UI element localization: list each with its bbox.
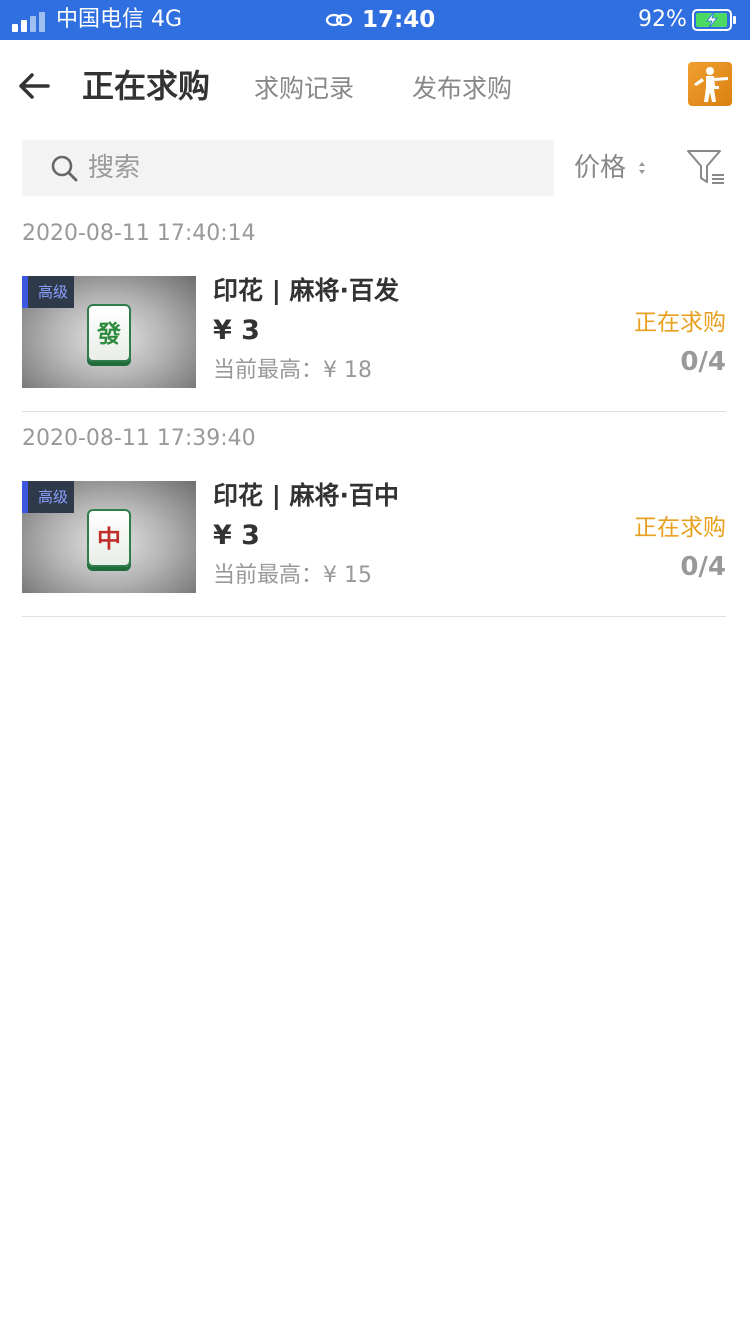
battery-charging-icon: [692, 9, 736, 31]
search-placeholder: 搜索: [88, 153, 141, 183]
status-bar: 中国电信 4G 17:40 92%: [0, 0, 750, 40]
item-thumbnail: 高级 中: [22, 481, 196, 593]
header: 正在求购 求购记录 发布求购: [0, 40, 750, 136]
search-input[interactable]: 搜索: [22, 140, 554, 196]
link-icon: [325, 13, 353, 27]
list-item[interactable]: 2020-08-11 17:40:14 高级 發 印花 | 麻将·百发 ¥ 3 …: [22, 218, 726, 414]
divider: [22, 616, 726, 617]
item-name: 印花 | 麻将·百发: [213, 276, 400, 305]
sort-arrows-icon: [639, 162, 646, 174]
item-count: 0/4: [680, 347, 726, 377]
item-price: ¥ 3: [213, 315, 260, 346]
sort-label: 价格: [574, 153, 627, 183]
item-name: 印花 | 麻将·百中: [213, 481, 400, 510]
entry-time: 2020-08-11 17:40:14: [22, 221, 256, 246]
grade-badge: 高级: [22, 481, 75, 513]
item-price: ¥ 3: [213, 520, 260, 551]
list-item[interactable]: 2020-08-11 17:39:40 高级 中 印花 | 麻将·百中 ¥ 3 …: [22, 423, 726, 619]
search-icon: [51, 155, 78, 182]
filter-icon[interactable]: [686, 148, 726, 188]
game-logo-icon[interactable]: [688, 62, 732, 106]
item-highest-price: 当前最高：¥ 18: [213, 358, 372, 383]
carrier-label: 中国电信 4G: [56, 7, 183, 32]
sort-price-button[interactable]: 价格: [574, 150, 647, 186]
status-badge: 正在求购: [634, 310, 726, 336]
tab-publish[interactable]: 发布求购: [412, 72, 512, 106]
clock: 17:40: [362, 7, 436, 33]
tile-character: 發: [97, 319, 121, 348]
entry-time: 2020-08-11 17:39:40: [22, 426, 256, 451]
mahjong-tile-icon: 中: [87, 509, 131, 567]
grade-badge: 高级: [22, 276, 75, 308]
signal-icon: [12, 10, 48, 32]
item-highest-price: 当前最高：¥ 15: [213, 563, 372, 588]
battery-percent: 92%: [638, 7, 687, 32]
tile-character: 中: [97, 524, 121, 553]
mahjong-tile-icon: 發: [87, 304, 131, 362]
tab-records[interactable]: 求购记录: [254, 72, 354, 106]
arrow-left-icon[interactable]: [14, 66, 54, 106]
item-thumbnail: 高级 發: [22, 276, 196, 388]
divider: [22, 411, 726, 412]
status-badge: 正在求购: [634, 515, 726, 541]
tab-buying[interactable]: 正在求购: [82, 66, 210, 106]
item-count: 0/4: [680, 552, 726, 582]
